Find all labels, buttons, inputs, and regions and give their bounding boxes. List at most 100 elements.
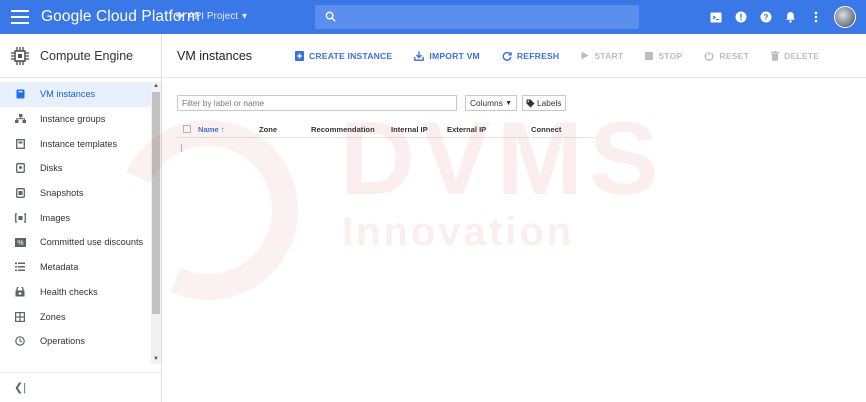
filter-row: Filter by label or name Columns ▼ Labels bbox=[177, 95, 566, 111]
import-vm-label: IMPORT VM bbox=[429, 50, 480, 61]
page-title: VM instances bbox=[177, 48, 253, 63]
column-header-external-ip[interactable]: External IP bbox=[447, 125, 486, 134]
sidebar: Compute Engine VM instances Instance gro… bbox=[0, 34, 162, 402]
compute-engine-icon bbox=[11, 46, 29, 65]
start-button[interactable]: START bbox=[581, 51, 623, 61]
import-vm-button[interactable]: IMPORT VM bbox=[414, 51, 480, 61]
scroll-down-arrow-icon[interactable]: ▼ bbox=[152, 355, 160, 364]
feedback-icon[interactable] bbox=[728, 0, 753, 34]
delete-button[interactable]: DELETE bbox=[771, 50, 820, 61]
metadata-icon bbox=[14, 261, 26, 273]
project-dots-icon: ❖ bbox=[175, 11, 184, 22]
main-content: VM instances CREATE INSTANCE IMPORT VM R… bbox=[163, 34, 866, 402]
operations-icon bbox=[14, 335, 26, 347]
play-icon bbox=[581, 51, 589, 60]
project-name: API Project bbox=[187, 11, 238, 22]
column-header-zone[interactable]: Zone bbox=[259, 125, 277, 134]
chevron-down-icon: ▾ bbox=[242, 11, 248, 22]
scroll-up-arrow-icon[interactable]: ▲ bbox=[152, 82, 160, 91]
more-vert-icon[interactable] bbox=[803, 0, 828, 34]
sidebar-item-metadata[interactable]: Metadata bbox=[0, 255, 151, 280]
sidebar-scrollbar[interactable]: ▲ ▼ bbox=[151, 82, 161, 364]
cloud-shell-icon[interactable] bbox=[703, 0, 728, 34]
sidebar-item-label: Images bbox=[40, 212, 71, 223]
disk-icon bbox=[14, 162, 26, 174]
image-icon bbox=[14, 212, 26, 224]
select-all-checkbox[interactable] bbox=[183, 125, 191, 133]
sidebar-item-label: Instance templates bbox=[40, 138, 118, 149]
top-app-bar: Google Cloud Platform ❖ API Project ▾ ? bbox=[0, 0, 866, 34]
discount-icon: % bbox=[14, 236, 26, 248]
stop-label: STOP bbox=[658, 50, 683, 61]
delete-label: DELETE bbox=[784, 50, 820, 61]
sidebar-title: Compute Engine bbox=[40, 48, 134, 63]
collapse-left-icon: ❮| bbox=[14, 382, 27, 394]
column-header-name-label: Name bbox=[198, 125, 219, 134]
sidebar-item-label: Health checks bbox=[40, 286, 98, 297]
notifications-icon[interactable] bbox=[778, 0, 803, 34]
empty-row-marker bbox=[181, 144, 182, 152]
help-icon[interactable]: ? bbox=[753, 0, 778, 34]
sidebar-item-label: Disks bbox=[40, 163, 63, 174]
sidebar-item-label: Instance groups bbox=[40, 114, 106, 125]
sidebar-item-health-checks[interactable]: Health checks bbox=[0, 280, 151, 305]
collapse-sidebar-button[interactable]: ❮| bbox=[0, 372, 161, 402]
sidebar-item-instance-groups[interactable]: Instance groups bbox=[0, 107, 151, 132]
sidebar-header: Compute Engine bbox=[0, 34, 161, 78]
column-header-internal-ip[interactable]: Internal IP bbox=[391, 125, 428, 134]
import-icon bbox=[414, 51, 425, 61]
instance-templates-icon bbox=[14, 138, 26, 150]
sidebar-item-committed-use-discounts[interactable]: % Committed use discounts bbox=[0, 230, 151, 255]
vm-instance-icon bbox=[14, 88, 26, 100]
sidebar-item-snapshots[interactable]: Snapshots bbox=[0, 181, 151, 206]
stop-button[interactable]: STOP bbox=[645, 51, 682, 61]
health-check-icon bbox=[14, 286, 26, 298]
sidebar-item-instance-templates[interactable]: Instance templates bbox=[0, 131, 151, 156]
trash-icon bbox=[771, 50, 780, 61]
sidebar-item-zones[interactable]: Zones bbox=[0, 304, 151, 329]
refresh-button[interactable]: REFRESH bbox=[502, 51, 559, 61]
filter-input[interactable]: Filter by label or name bbox=[177, 95, 457, 111]
create-instance-button[interactable]: CREATE INSTANCE bbox=[295, 50, 393, 61]
svg-text:?: ? bbox=[763, 13, 768, 22]
refresh-icon bbox=[502, 51, 512, 61]
instance-groups-icon bbox=[14, 113, 26, 125]
avatar[interactable] bbox=[834, 6, 856, 28]
sidebar-item-label: Zones bbox=[40, 311, 66, 322]
column-header-name[interactable]: Name ↑ bbox=[198, 125, 225, 134]
power-icon bbox=[704, 51, 714, 61]
sidebar-item-disks[interactable]: Disks bbox=[0, 156, 151, 181]
sidebar-item-label: Metadata bbox=[40, 262, 79, 273]
snapshot-icon bbox=[14, 187, 26, 199]
add-box-icon bbox=[295, 50, 304, 61]
columns-dropdown[interactable]: Columns ▼ bbox=[465, 95, 517, 111]
sidebar-item-label: Snapshots bbox=[40, 188, 84, 199]
svg-text:%: % bbox=[17, 240, 23, 247]
table-header: Name ↑ Zone Recommendation Internal IP E… bbox=[177, 122, 595, 138]
column-header-connect[interactable]: Connect bbox=[531, 125, 561, 134]
sidebar-item-vm-instances[interactable]: VM instances bbox=[0, 82, 151, 107]
start-label: START bbox=[594, 50, 624, 61]
sidebar-item-operations[interactable]: Operations bbox=[0, 329, 151, 354]
sidebar-item-label: VM instances bbox=[40, 89, 96, 100]
reset-button[interactable]: RESET bbox=[704, 51, 749, 61]
scroll-thumb[interactable] bbox=[152, 92, 160, 314]
search-icon bbox=[325, 11, 336, 22]
columns-label: Columns bbox=[470, 98, 503, 108]
stop-icon bbox=[645, 51, 654, 60]
refresh-label: REFRESH bbox=[516, 50, 560, 61]
labels-button[interactable]: Labels bbox=[522, 95, 566, 111]
sidebar-item-label: Operations bbox=[40, 336, 85, 347]
sidebar-item-label: Committed use discounts bbox=[40, 237, 144, 248]
search-bar[interactable] bbox=[315, 5, 639, 29]
zones-icon bbox=[14, 311, 26, 323]
sidebar-nav: VM instances Instance groups Instance te… bbox=[0, 82, 151, 354]
menu-icon[interactable] bbox=[11, 10, 29, 24]
create-instance-label: CREATE INSTANCE bbox=[309, 50, 393, 61]
project-selector[interactable]: ❖ API Project ▾ bbox=[175, 11, 247, 22]
labels-label: Labels bbox=[537, 98, 562, 108]
sidebar-item-images[interactable]: Images bbox=[0, 205, 151, 230]
column-header-recommendation[interactable]: Recommendation bbox=[311, 125, 375, 134]
sort-arrow-up-icon: ↑ bbox=[220, 125, 225, 134]
label-tag-icon bbox=[526, 99, 535, 108]
